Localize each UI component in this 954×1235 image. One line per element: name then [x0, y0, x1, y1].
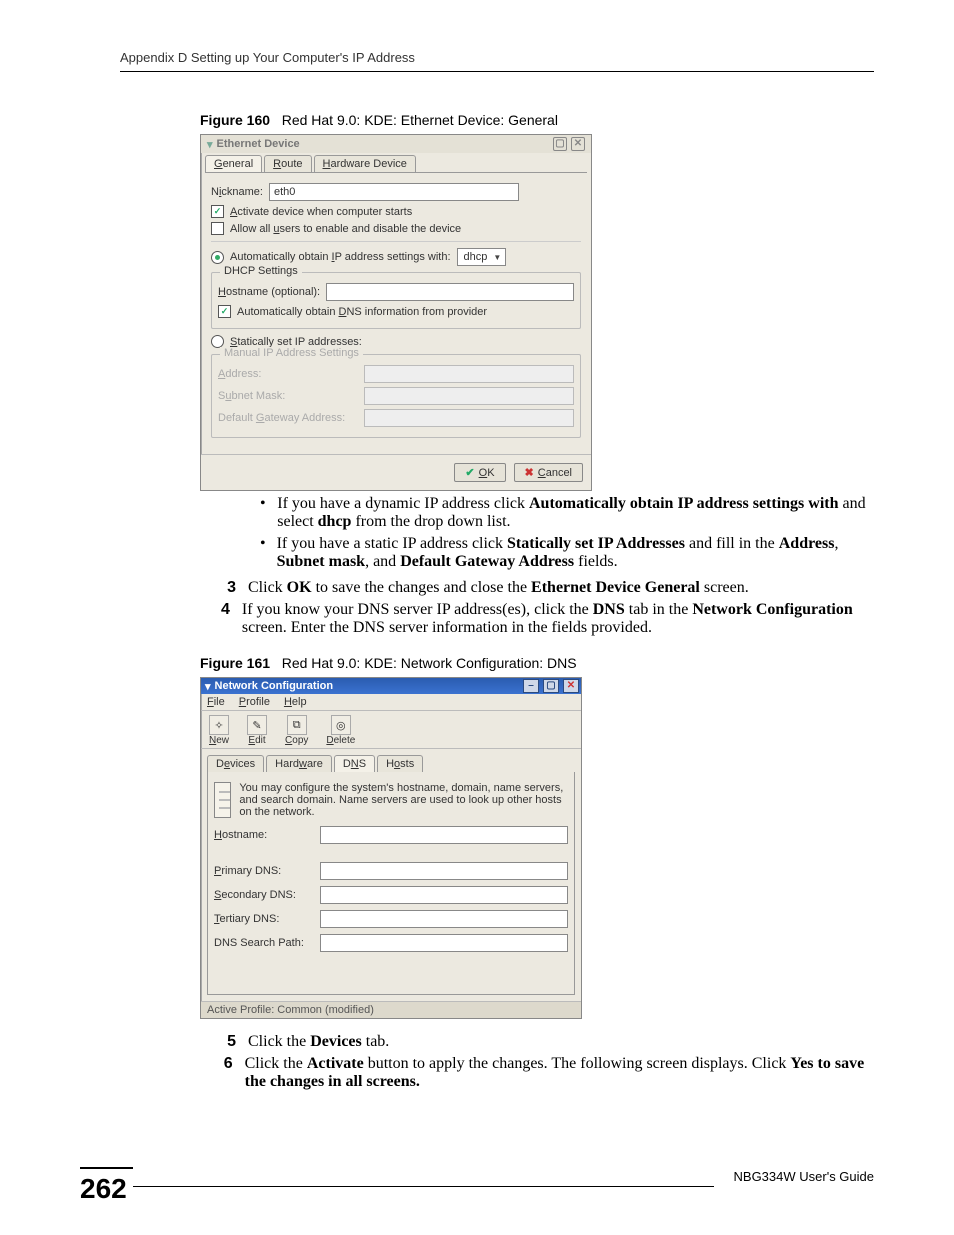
tab-devices[interactable]: Devices — [207, 755, 264, 772]
ok-button[interactable]: ✔ OK — [454, 463, 505, 482]
gateway-input — [364, 409, 574, 427]
figure-160-caption: Figure 160 Red Hat 9.0: KDE: Ethernet De… — [200, 112, 874, 128]
auto-ip-radio[interactable] — [211, 251, 224, 264]
chevron-down-icon: ▾ — [207, 138, 213, 151]
tab-hosts[interactable]: Hosts — [377, 755, 423, 772]
edit-icon: ✎ — [247, 715, 267, 735]
toolbar: ✧New ✎Edit ⧉Copy ◎Delete — [201, 710, 581, 749]
close-icon[interactable]: ✕ — [571, 137, 585, 151]
step-3: 3 Click OK to save the changes and close… — [220, 579, 874, 597]
bullet-2: • If you have a static IP address click … — [260, 535, 874, 571]
menu-file[interactable]: File — [207, 696, 225, 708]
nc-tertiary-label: Tertiary DNS: — [214, 913, 312, 925]
menu-help[interactable]: Help — [284, 696, 307, 708]
activate-label: Activate device when computer starts — [230, 206, 412, 218]
nc-secondary-label: Secondary DNS: — [214, 889, 312, 901]
status-bar: Active Profile: Common (modified) — [201, 1001, 581, 1018]
tab-route[interactable]: Route — [264, 155, 311, 172]
figure-160-label: Figure 160 — [200, 112, 270, 128]
allow-users-label: Allow all users to enable and disable th… — [230, 223, 461, 235]
chevron-down-icon: ▼ — [493, 253, 501, 262]
auto-ip-dropdown[interactable]: dhcp ▼ — [457, 248, 507, 266]
address-label: Address: — [218, 368, 358, 380]
tab-hardware[interactable]: Hardware — [266, 755, 332, 772]
tab-general[interactable]: General — [205, 155, 262, 172]
figure-160-title: Red Hat 9.0: KDE: Ethernet Device: Gener… — [282, 112, 558, 128]
minimize-icon[interactable]: – — [523, 679, 539, 693]
nc-hostname-input[interactable] — [320, 826, 568, 844]
new-icon: ✧ — [209, 715, 229, 735]
toolbar-copy[interactable]: ⧉Copy — [285, 715, 308, 746]
auto-dns-checkbox[interactable] — [218, 305, 231, 318]
copy-icon: ⧉ — [287, 715, 307, 735]
running-header: Appendix D Setting up Your Computer's IP… — [120, 50, 874, 72]
nickname-input[interactable]: eth0 — [269, 183, 519, 201]
static-ip-label: Statically set IP addresses: — [230, 336, 362, 348]
step-5: 5 Click the Devices tab. — [220, 1033, 874, 1051]
figure-161-caption: Figure 161 Red Hat 9.0: KDE: Network Con… — [200, 655, 874, 671]
step-4: 4 If you know your DNS server IP address… — [220, 601, 874, 637]
page-footer: 262 NBG334W User's Guide — [0, 1167, 954, 1205]
auto-ip-value: dhcp — [464, 251, 488, 263]
maximize-icon[interactable]: ▢ — [543, 679, 559, 693]
hostname-input[interactable] — [326, 283, 574, 301]
subnet-input — [364, 387, 574, 405]
nc-search-label: DNS Search Path: — [214, 937, 312, 949]
menu-profile[interactable]: Profile — [239, 696, 270, 708]
toolbar-edit[interactable]: ✎Edit — [247, 715, 267, 746]
activate-checkbox[interactable] — [211, 205, 224, 218]
dialog-title: Ethernet Device — [217, 138, 300, 150]
nc-primary-label: Primary DNS: — [214, 865, 312, 877]
check-icon: ✔ — [465, 466, 474, 479]
menubar: File Profile Help — [201, 694, 581, 710]
chevron-down-icon: ▾ — [205, 680, 211, 693]
gateway-label: Default Gateway Address: — [218, 412, 358, 424]
maximize-icon[interactable]: ▢ — [553, 137, 567, 151]
bullet-1: • If you have a dynamic IP address click… — [260, 495, 874, 531]
network-configuration-dialog: ▾ Network Configuration – ▢ ✕ File Profi… — [200, 677, 582, 1019]
nickname-label: Nickname: — [211, 186, 263, 198]
tab-bar: General Route Hardware Device — [201, 153, 591, 172]
figure-161-label: Figure 161 — [200, 655, 270, 671]
cancel-button[interactable]: ✖ Cancel — [514, 463, 583, 482]
guide-name: NBG334W User's Guide — [714, 1169, 874, 1184]
tab-dns[interactable]: DNS — [334, 755, 375, 772]
address-input — [364, 365, 574, 383]
manual-legend: Manual IP Address Settings — [220, 347, 363, 359]
dhcp-legend: DHCP Settings — [220, 265, 302, 277]
page-number: 262 — [80, 1167, 133, 1205]
nc-primary-input[interactable] — [320, 862, 568, 880]
toolbar-delete[interactable]: ◎Delete — [326, 715, 355, 746]
auto-ip-label: Automatically obtain IP address settings… — [230, 251, 451, 263]
figure-161-title: Red Hat 9.0: KDE: Network Configuration:… — [282, 655, 577, 671]
manual-ip-group: Manual IP Address Settings Address: Subn… — [211, 354, 581, 438]
dns-description: You may configure the system's hostname,… — [239, 782, 568, 818]
nc-title-text: Network Configuration — [215, 680, 334, 692]
hostname-label: Hostname (optional): — [218, 286, 320, 298]
tab-hardware[interactable]: Hardware Device — [314, 155, 416, 172]
nc-secondary-input[interactable] — [320, 886, 568, 904]
auto-dns-label: Automatically obtain DNS information fro… — [237, 306, 487, 318]
close-icon[interactable]: ✕ — [563, 679, 579, 693]
allow-users-checkbox[interactable] — [211, 222, 224, 235]
ethernet-device-dialog: ▾ Ethernet Device ▢ ✕ General Route Hard… — [200, 134, 592, 491]
toolbar-new[interactable]: ✧New — [209, 715, 229, 746]
subnet-label: Subnet Mask: — [218, 390, 358, 402]
nc-search-input[interactable] — [320, 934, 568, 952]
delete-icon: ◎ — [331, 715, 351, 735]
dhcp-settings-group: DHCP Settings Hostname (optional): Autom… — [211, 272, 581, 329]
nc-hostname-label: Hostname: — [214, 829, 312, 841]
nc-tertiary-input[interactable] — [320, 910, 568, 928]
dns-list-icon — [214, 782, 231, 818]
step-6: 6 Click the Activate button to apply the… — [220, 1055, 874, 1091]
x-icon: ✖ — [525, 466, 534, 479]
